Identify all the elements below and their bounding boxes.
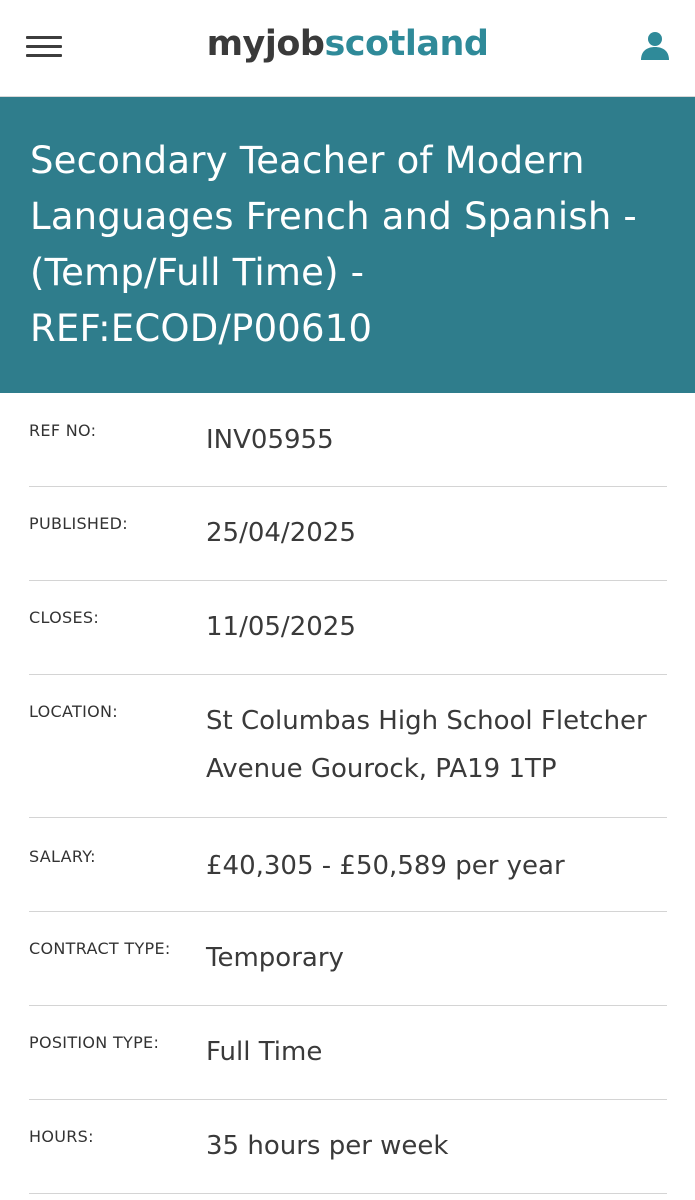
detail-row-location: LOCATION: St Columbas High School Fletch… — [29, 675, 667, 818]
salary-label: SALARY: — [29, 847, 96, 866]
job-details-list: REF NO: INV05955 PUBLISHED: 25/04/2025 C… — [29, 394, 667, 1194]
ref-no-label: REF NO: — [29, 421, 97, 440]
job-title: Secondary Teacher of Modern Languages Fr… — [30, 139, 637, 350]
detail-row-position-type: POSITION TYPE: Full Time — [29, 1006, 667, 1100]
hours-value: 35 hours per week — [206, 1131, 449, 1161]
logo-text-myjob: myjob — [206, 24, 325, 64]
logo-text-scotland: scotland — [324, 24, 489, 64]
published-value: 25/04/2025 — [206, 518, 356, 548]
detail-row-ref-no: REF NO: INV05955 — [29, 394, 667, 487]
detail-row-published: PUBLISHED: 25/04/2025 — [29, 487, 667, 581]
closes-value: 11/05/2025 — [206, 612, 356, 642]
detail-row-contract-type: CONTRACT TYPE: Temporary — [29, 912, 667, 1006]
contract-type-label: CONTRACT TYPE: — [29, 939, 171, 958]
detail-row-closes: CLOSES: 11/05/2025 — [29, 581, 667, 675]
detail-row-salary: SALARY: £40,305 - £50,589 per year — [29, 818, 667, 912]
job-title-banner: Secondary Teacher of Modern Languages Fr… — [0, 97, 695, 393]
salary-value: £40,305 - £50,589 per year — [206, 851, 565, 881]
position-type-value: Full Time — [206, 1037, 323, 1067]
published-label: PUBLISHED: — [29, 514, 128, 533]
position-type-label: POSITION TYPE: — [29, 1033, 160, 1052]
ref-no-value: INV05955 — [206, 425, 334, 455]
site-header: myjobscotland — [0, 0, 695, 97]
closes-label: CLOSES: — [29, 608, 100, 627]
hours-label: HOURS: — [29, 1127, 94, 1146]
detail-row-hours: HOURS: 35 hours per week — [29, 1100, 667, 1194]
site-logo[interactable]: myjobscotland — [0, 22, 695, 66]
location-value: St Columbas High School Fletcher Avenue … — [206, 706, 647, 784]
user-account-icon[interactable] — [637, 28, 673, 64]
contract-type-value: Temporary — [206, 943, 344, 973]
location-label: LOCATION: — [29, 702, 118, 721]
